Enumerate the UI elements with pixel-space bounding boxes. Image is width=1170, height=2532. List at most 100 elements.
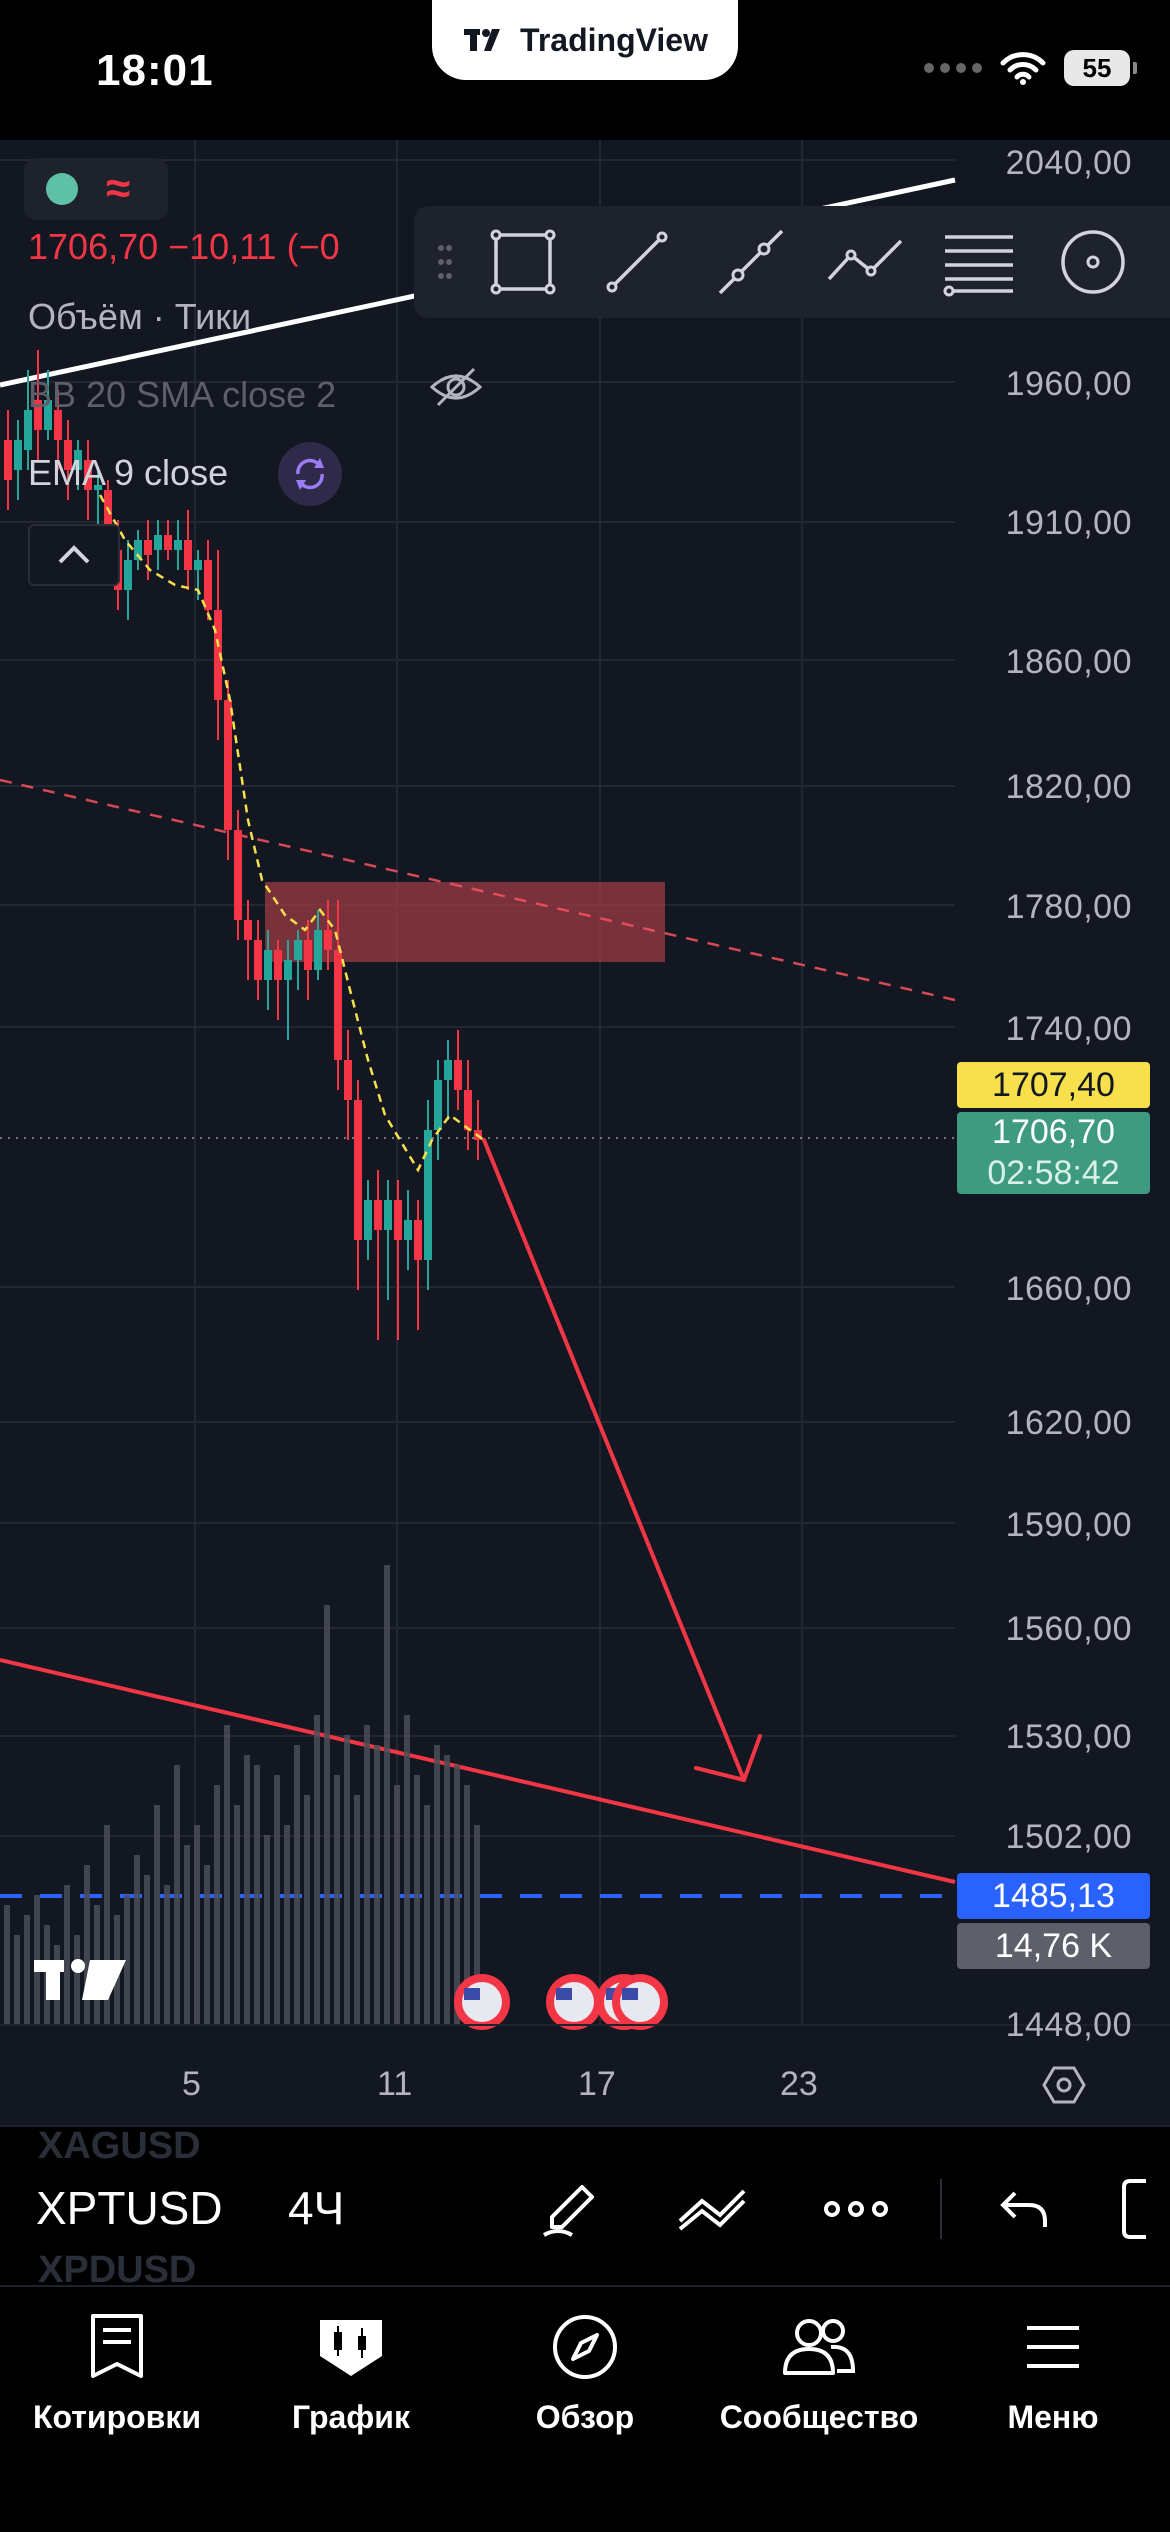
status-time: 18:01	[96, 46, 214, 95]
volume-bar	[234, 1805, 240, 2025]
candle-body[interactable]	[24, 410, 32, 450]
undo-button[interactable]	[982, 2167, 1066, 2251]
candle-body[interactable]	[314, 930, 322, 970]
ray-tool-button[interactable]	[694, 206, 808, 318]
time-axis-label: 5	[182, 2065, 201, 2103]
candle-body[interactable]	[294, 940, 302, 960]
candle-body[interactable]	[124, 560, 132, 590]
fib-tool-button[interactable]	[922, 206, 1036, 318]
candle-body[interactable]	[194, 560, 202, 570]
circle-tool-button[interactable]	[1036, 206, 1150, 318]
price-axis-label: 1560,00	[1005, 1610, 1132, 1648]
volume-bar	[394, 1785, 400, 2025]
candles[interactable]	[4, 350, 482, 1340]
candle-body[interactable]	[364, 1200, 372, 1240]
volume-badge: 14,76 K	[957, 1923, 1150, 1969]
candle-body[interactable]	[144, 540, 152, 555]
interval-selector[interactable]: 4Ч	[288, 2181, 344, 2235]
path-tool-button[interactable]	[808, 206, 922, 318]
forecast-arrow[interactable]	[482, 1138, 762, 1782]
volume-bar	[424, 1805, 430, 2025]
volume-bar	[74, 1935, 80, 2025]
legend-collapse-button[interactable]	[28, 524, 120, 586]
volume-bar	[224, 1725, 230, 2025]
volume-bar	[284, 1825, 290, 2025]
volume-bar	[254, 1765, 260, 2025]
fullscreen-button[interactable]	[1120, 2167, 1170, 2251]
candle-body[interactable]	[354, 1100, 362, 1240]
candle-body[interactable]	[434, 1080, 442, 1130]
wave-icon: ≈	[106, 164, 131, 213]
dashed-trendline[interactable]	[0, 778, 956, 1002]
candle-body[interactable]	[184, 540, 192, 570]
candle-body[interactable]	[234, 830, 242, 920]
candle-body[interactable]	[334, 950, 342, 1060]
drag-handle-icon[interactable]	[424, 242, 466, 282]
candle-body[interactable]	[424, 1130, 432, 1260]
volume-bar	[84, 1865, 90, 2025]
more-options-button[interactable]	[814, 2167, 898, 2251]
candle-body[interactable]	[464, 1090, 472, 1130]
tradingview-badge[interactable]: TradingView	[432, 0, 738, 80]
candle-body[interactable]	[4, 440, 12, 480]
candle-body[interactable]	[154, 535, 162, 550]
candle-body[interactable]	[454, 1060, 462, 1090]
legend-visibility-toggle[interactable]: ≈	[24, 158, 168, 220]
candle-body[interactable]	[274, 950, 282, 980]
rectangle-icon	[490, 229, 556, 295]
menu-icon	[1027, 2326, 1079, 2368]
candle-body[interactable]	[384, 1200, 392, 1230]
volume-bar	[314, 1715, 320, 2025]
volume-bar	[184, 1845, 190, 2025]
fullscreen-icon	[1122, 2179, 1146, 2239]
candle-body[interactable]	[344, 1060, 352, 1100]
tab-menu[interactable]: Меню	[936, 2287, 1170, 2532]
sync-icon[interactable]	[278, 442, 342, 506]
price-axis-label: 2040,00	[1005, 144, 1132, 182]
candle-body[interactable]	[304, 940, 312, 970]
drawing-toolbar	[414, 206, 1170, 318]
candle-body[interactable]	[174, 540, 182, 550]
candle-body[interactable]	[324, 930, 332, 950]
legend-ema[interactable]: EMA 9 close	[28, 452, 228, 494]
trendline-icon	[606, 231, 668, 293]
candle-body[interactable]	[244, 920, 252, 940]
trendline-tool-button[interactable]	[580, 206, 694, 318]
market-open-dot-icon	[46, 173, 78, 205]
chart-area[interactable]: 2040,00 1960,00 1910,00 1860,00 1820,00 …	[0, 140, 1170, 2125]
candle-body[interactable]	[264, 950, 272, 980]
event-flags[interactable]	[454, 1974, 668, 2030]
candle-body[interactable]	[204, 560, 212, 610]
legend-bollinger[interactable]: BB 20 SMA close 2	[28, 374, 336, 416]
candle-body[interactable]	[254, 940, 262, 980]
indicators-button[interactable]	[670, 2167, 754, 2251]
candle-body[interactable]	[444, 1060, 452, 1080]
candle-body[interactable]	[374, 1200, 382, 1230]
volume-bar	[434, 1745, 440, 2025]
candle-body[interactable]	[414, 1220, 422, 1260]
rectangle-tool-button[interactable]	[466, 206, 580, 318]
candle-body[interactable]	[224, 700, 232, 830]
tab-community[interactable]: Сообщество	[702, 2287, 936, 2532]
tab-quotes[interactable]: Котировки	[0, 2287, 234, 2532]
volume-bar	[244, 1755, 250, 2025]
symbol-name[interactable]: XPTUSD	[36, 2181, 223, 2235]
volume-bar	[294, 1745, 300, 2025]
quotes-icon	[91, 2314, 143, 2378]
tab-overview[interactable]: Обзор	[468, 2287, 702, 2532]
tab-menu-label: Меню	[1007, 2399, 1099, 2435]
candle-body[interactable]	[14, 440, 22, 470]
candle-body[interactable]	[394, 1200, 402, 1240]
legend-volume[interactable]: Объём · Тики	[28, 296, 251, 338]
candle-body[interactable]	[284, 960, 292, 980]
chart-icon	[320, 2320, 382, 2376]
eye-off-icon[interactable]	[428, 365, 484, 414]
path-icon	[827, 239, 903, 281]
tab-chart[interactable]: График	[234, 2287, 468, 2532]
drawing-tools-button[interactable]	[528, 2167, 612, 2251]
price-axis-label: 1590,00	[1005, 1506, 1132, 1544]
candle-body[interactable]	[164, 535, 172, 550]
candle-body[interactable]	[404, 1220, 412, 1240]
previous-symbol[interactable]: XAGUSD	[38, 2125, 201, 2168]
chart-settings-icon[interactable]	[1042, 2066, 1086, 2104]
